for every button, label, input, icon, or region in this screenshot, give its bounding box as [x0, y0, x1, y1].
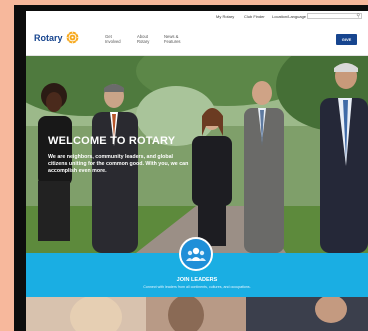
search-icon[interactable]: ⚲	[356, 13, 360, 19]
nav-news-features[interactable]: News & Features	[164, 34, 181, 44]
give-button[interactable]: GIVE	[336, 34, 357, 45]
rotary-logo-text[interactable]: Rotary	[34, 33, 63, 43]
hero-title: WELCOME TO ROTARY	[48, 135, 176, 147]
search-input[interactable]: ⚲	[307, 13, 362, 19]
club-finder-link[interactable]: Club Finder	[244, 14, 265, 19]
browser-screen: My Rotary Club Finder Location/Language …	[26, 11, 368, 331]
join-leaders-subtitle: Connect with leaders from all continents…	[143, 285, 251, 289]
hero-banner[interactable]: WELCOME TO ROTARY We are neighbors, comm…	[26, 56, 368, 253]
nav-about-rotary[interactable]: About Rotary	[137, 34, 149, 44]
join-leaders-circle[interactable]	[179, 237, 213, 271]
hero-description: We are neighbors, community leaders, and…	[48, 154, 189, 174]
people-group-icon	[186, 247, 206, 261]
my-rotary-link[interactable]: My Rotary	[216, 14, 234, 19]
utility-bar: My Rotary Club Finder Location/Language …	[26, 11, 368, 22]
lower-photo-strip	[26, 297, 368, 331]
location-language-link[interactable]: Location/Language	[272, 14, 306, 19]
site-header: Rotary Get Involved About Rotary News & …	[26, 22, 368, 56]
monitor-bezel: My Rotary Club Finder Location/Language …	[14, 5, 368, 331]
nav-get-involved[interactable]: Get Involved	[105, 34, 121, 44]
rotary-wheel-icon[interactable]	[66, 31, 79, 44]
join-leaders-title: JOIN LEADERS	[176, 277, 218, 283]
